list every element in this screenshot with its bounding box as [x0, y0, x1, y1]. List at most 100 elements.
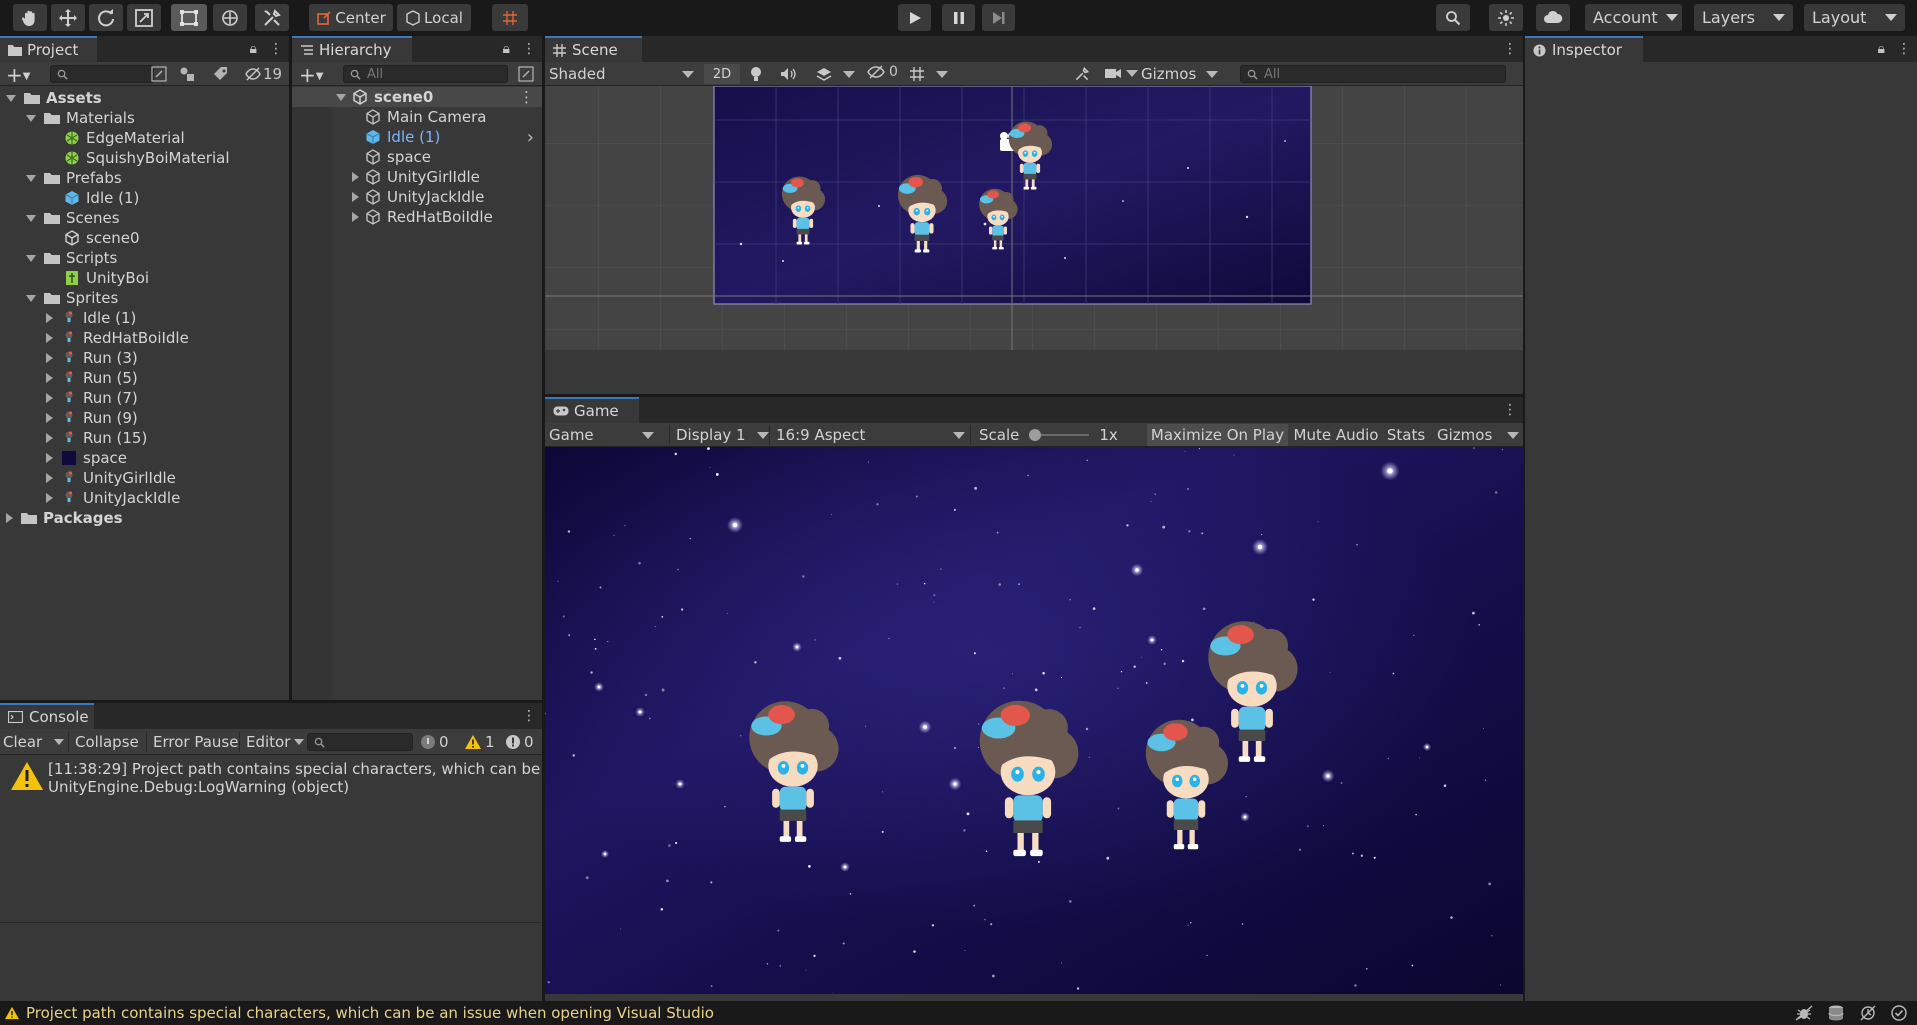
expand-arrow-icon[interactable] — [336, 93, 346, 101]
account-dropdown[interactable]: Account — [1585, 4, 1682, 31]
checkmark-circle-icon[interactable] — [1891, 1005, 1907, 1021]
lock-icon[interactable]: 🔒︎ — [250, 41, 257, 57]
camera-dropdown[interactable] — [1104, 66, 1138, 80]
filter-by-label-button[interactable] — [213, 66, 229, 82]
project-tree-item[interactable]: Materials — [26, 108, 135, 128]
scene-tools-button[interactable] — [1074, 66, 1090, 82]
collapse-arrow-icon[interactable] — [46, 413, 53, 423]
project-tree-item[interactable]: scene0 — [46, 228, 140, 248]
project-tree-item[interactable]: Packages — [6, 508, 123, 528]
status-message[interactable]: Project path contains special characters… — [26, 1004, 714, 1022]
console-search-input[interactable] — [307, 733, 413, 751]
project-tree-item[interactable]: UnityJackIdle — [46, 488, 180, 508]
game-view-dropdown[interactable]: Game — [549, 425, 656, 445]
audio-toggle[interactable] — [780, 66, 796, 82]
expand-arrow-icon[interactable] — [26, 114, 36, 122]
layout-dropdown[interactable]: Layout — [1804, 4, 1905, 31]
collapse-arrow-icon[interactable] — [46, 353, 53, 363]
collapse-arrow-icon[interactable] — [46, 333, 53, 343]
search-by-type-button[interactable] — [151, 66, 167, 82]
hierarchy-item[interactable]: space — [292, 147, 542, 167]
expand-arrow-icon[interactable] — [26, 254, 36, 262]
log-filter-toggle[interactable]: 0 — [420, 732, 449, 752]
game-gizmos-dropdown[interactable]: Gizmos — [1433, 424, 1519, 446]
collapse-arrow-icon[interactable] — [6, 513, 13, 523]
mode-2d-toggle[interactable]: 2D — [704, 64, 740, 84]
collapse-arrow-icon[interactable] — [46, 393, 53, 403]
hierarchy-item[interactable]: Main Camera — [292, 107, 542, 127]
effects-dropdown[interactable] — [815, 66, 855, 82]
layers-dropdown[interactable]: Layers — [1694, 4, 1793, 31]
mute-audio-toggle[interactable]: Mute Audio — [1292, 424, 1380, 446]
kebab-menu-icon[interactable]: ⋮ — [1897, 41, 1911, 57]
tab-hierarchy[interactable]: Hierarchy — [292, 36, 412, 62]
gizmos-dropdown[interactable]: Gizmos — [1141, 64, 1218, 84]
collapse-arrow-icon[interactable] — [46, 373, 53, 383]
kebab-menu-icon[interactable]: ⋮ — [519, 88, 534, 106]
project-tree-item[interactable]: Run (3) — [46, 348, 138, 368]
collapse-toggle[interactable]: Collapse — [68, 732, 139, 752]
collapse-arrow-icon[interactable] — [352, 212, 359, 222]
display-dropdown[interactable]: Display 1 — [669, 425, 769, 445]
project-tree-item[interactable]: Run (7) — [46, 388, 138, 408]
project-tree-item[interactable]: Assets — [6, 88, 102, 108]
step-button[interactable] — [982, 4, 1015, 31]
kebab-menu-icon[interactable]: ⋮ — [522, 41, 536, 57]
auto-generate-lighting-icon[interactable] — [1859, 1005, 1877, 1021]
scale-slider[interactable] — [1029, 429, 1090, 441]
rect-tool-button[interactable] — [171, 4, 207, 31]
collab-button[interactable] — [1489, 4, 1523, 31]
hierarchy-item[interactable]: Idle (1) › — [292, 127, 542, 148]
collapse-arrow-icon[interactable] — [46, 433, 53, 443]
project-tree-item[interactable]: Run (15) — [46, 428, 147, 448]
kebab-menu-icon[interactable]: ⋮ — [522, 708, 536, 724]
project-tree-item[interactable]: SquishyBoiMaterial — [46, 148, 230, 168]
scene-visibility-toggle[interactable]: 0 — [867, 64, 898, 80]
custom-tools-button[interactable] — [255, 4, 289, 31]
maximize-on-play-toggle[interactable]: Maximize On Play — [1147, 424, 1288, 446]
expand-arrow-icon[interactable] — [26, 174, 36, 182]
transform-tool-button[interactable] — [213, 4, 247, 31]
project-tree-item[interactable]: Sprites — [26, 288, 118, 308]
collapse-arrow-icon[interactable] — [46, 473, 53, 483]
cache-server-icon[interactable] — [1827, 1005, 1845, 1021]
pause-button[interactable] — [942, 4, 975, 31]
expand-arrow-icon[interactable] — [26, 294, 36, 302]
hierarchy-search-input[interactable]: All — [343, 65, 508, 83]
collapse-arrow-icon[interactable] — [46, 493, 53, 503]
project-tree-item[interactable]: Scenes — [26, 208, 120, 228]
filter-by-type-button[interactable] — [179, 66, 195, 82]
draw-mode-dropdown[interactable]: Shaded — [549, 64, 698, 84]
grid-snap-button[interactable] — [492, 4, 528, 31]
aspect-dropdown[interactable]: 16:9 Aspect — [769, 425, 965, 445]
scene-viewport[interactable] — [545, 86, 1523, 350]
hierarchy-item[interactable]: UnityGirlIdle — [292, 167, 542, 187]
hierarchy-item[interactable]: RedHatBoiIdle — [292, 207, 542, 227]
search-mode-button[interactable] — [518, 66, 534, 82]
console-log-entry[interactable]: [11:38:29] Project path contains special… — [0, 755, 542, 799]
project-search-input[interactable] — [50, 65, 154, 83]
tab-game[interactable]: Game — [545, 397, 639, 423]
hand-tool-button[interactable] — [13, 4, 47, 31]
project-tree-item[interactable]: UnityGirlIdle — [46, 468, 176, 488]
clear-dropdown[interactable]: Clear — [3, 732, 65, 752]
scale-tool-button[interactable] — [127, 4, 161, 31]
game-viewport[interactable] — [545, 447, 1523, 994]
project-tree-item[interactable]: Run (5) — [46, 368, 138, 388]
tab-scene[interactable]: Scene — [545, 36, 642, 62]
tab-project[interactable]: Project — [0, 36, 97, 62]
collapse-arrow-icon[interactable] — [352, 192, 359, 202]
bug-debug-icon[interactable] — [1795, 1005, 1813, 1021]
lighting-toggle[interactable] — [748, 66, 764, 82]
kebab-menu-icon[interactable]: ⋮ — [269, 41, 283, 57]
hidden-packages-toggle[interactable]: 19 — [245, 65, 282, 83]
project-tree-item[interactable]: Scripts — [26, 248, 117, 268]
tab-console[interactable]: Console — [0, 703, 94, 729]
collapse-arrow-icon[interactable] — [46, 313, 53, 323]
error-pause-toggle[interactable]: Error Pause — [146, 732, 238, 752]
move-tool-button[interactable] — [51, 4, 85, 31]
project-tree-item[interactable]: Idle (1) — [46, 188, 139, 208]
project-tree-item[interactable]: Prefabs — [26, 168, 122, 188]
create-asset-button[interactable]: +▼ — [6, 63, 30, 87]
scale-slider-thumb[interactable] — [1029, 429, 1042, 441]
